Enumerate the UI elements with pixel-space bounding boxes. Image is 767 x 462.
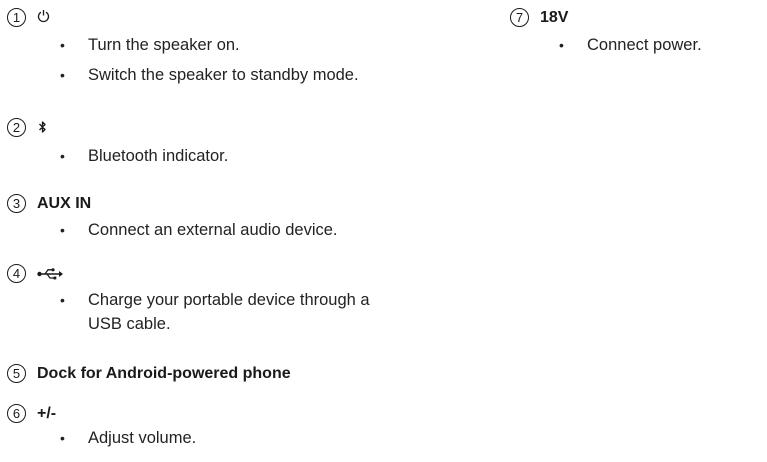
bullet-text: Connect an external audio device.: [88, 221, 338, 239]
bullet-list: • Adjust volume.: [0, 426, 470, 450]
bullet-text: Charge your portable device through a US…: [88, 291, 370, 333]
usb-icon: [37, 267, 63, 285]
item-2-header: 2: [0, 110, 470, 140]
item-6: 6 +/- • Adjust volume.: [0, 396, 470, 450]
item-3: 3 AUX IN • Connect an external audio devi…: [0, 186, 470, 242]
item-heading: Dock for Android-powered phone: [37, 365, 291, 382]
bullet-list: • Charge your portable device through a U…: [0, 288, 470, 336]
item-1: 1 • Turn the speaker on. • Switch the spea…: [0, 0, 470, 87]
item-4: 4 • Charge your portable device through a…: [0, 256, 470, 336]
bullet-marker: •: [60, 292, 65, 308]
power-icon: [37, 9, 50, 28]
item-number: 4: [7, 264, 26, 283]
item-heading: 18V: [540, 9, 569, 26]
item-3-header: 3 AUX IN: [0, 186, 470, 216]
item-6-header: 6 +/-: [0, 396, 470, 426]
list-item: • Switch the speaker to standby mode.: [0, 63, 470, 87]
item-number: 2: [7, 118, 26, 137]
bullet-marker: •: [60, 67, 65, 83]
bullet-marker: •: [60, 37, 65, 53]
item-heading: AUX IN: [37, 195, 92, 212]
bullet-text: Switch the speaker to standby mode.: [88, 66, 359, 84]
list-item: • Charge your portable device through a U…: [0, 288, 388, 336]
item-number: 1: [7, 8, 26, 27]
item-5: 5 Dock for Android-powered phone: [0, 356, 470, 386]
item-5-header: 5 Dock for Android-powered phone: [0, 356, 470, 386]
bullet-marker: •: [60, 148, 65, 164]
list-item: • Bluetooth indicator.: [0, 144, 470, 168]
bullet-text: Connect power.: [587, 36, 702, 54]
item-number: 3: [7, 194, 26, 213]
list-item: • Connect power.: [508, 33, 767, 57]
item-4-header: 4: [0, 256, 470, 286]
bullet-marker: •: [60, 430, 65, 446]
bullet-marker: •: [60, 222, 65, 238]
item-heading: +/-: [37, 405, 57, 422]
bullet-text: Turn the speaker on.: [88, 36, 240, 54]
item-number: 7: [510, 8, 529, 27]
item-number: 5: [7, 364, 26, 383]
bullet-text: Bluetooth indicator.: [88, 147, 229, 165]
bullet-marker: •: [559, 37, 564, 53]
bullet-list: • Turn the speaker on. • Switch the speake…: [0, 33, 470, 87]
item-7: 7 18V • Connect power.: [508, 0, 767, 57]
list-item: • Turn the speaker on.: [0, 33, 470, 57]
list-item: • Connect an external audio device.: [0, 218, 470, 242]
item-2: 2 • Bluetooth indicator.: [0, 110, 470, 168]
item-7-header: 7 18V: [508, 0, 767, 30]
bullet-list: • Connect power.: [508, 33, 767, 57]
bluetooth-icon: [38, 120, 47, 139]
bullet-list: • Bluetooth indicator.: [0, 144, 470, 168]
bullet-list: • Connect an external audio device.: [0, 218, 470, 242]
item-number: 6: [7, 404, 26, 423]
item-1-header: 1: [0, 0, 470, 30]
list-item: • Adjust volume.: [0, 426, 470, 450]
bullet-text: Adjust volume.: [88, 429, 197, 447]
